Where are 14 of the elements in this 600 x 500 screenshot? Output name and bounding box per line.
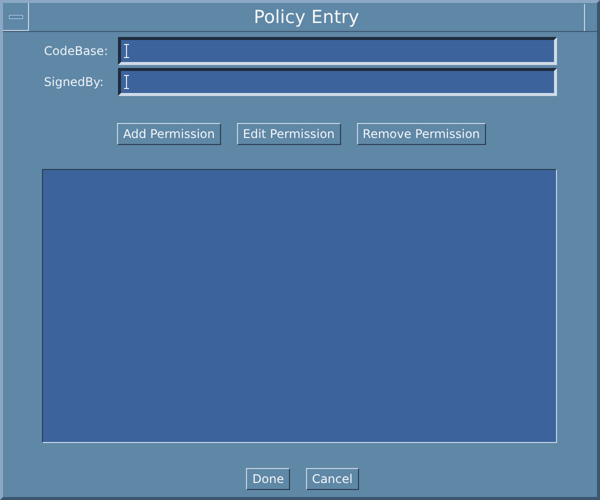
window-menu-button[interactable] [3,3,29,31]
text-cursor-icon [124,44,129,58]
text-cursor-icon [124,75,129,89]
edit-permission-button[interactable]: Edit Permission [236,123,341,145]
window-title: Policy Entry [29,4,585,30]
done-button[interactable]: Done [246,468,290,490]
input-field[interactable] [118,37,557,65]
field-label: SignedBy: [43,75,105,89]
field-label: CodeBase: [43,44,109,58]
minus-icon [8,14,22,18]
input-field[interactable] [118,68,557,96]
cancel-button[interactable]: Cancel [306,468,359,490]
add-permission-button[interactable]: Add Permission [117,123,221,145]
remove-permission-button[interactable]: Remove Permission [356,123,486,145]
